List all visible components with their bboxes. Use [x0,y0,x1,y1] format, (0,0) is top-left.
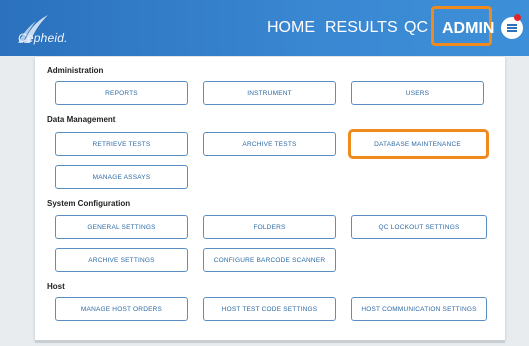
section-title-host: Host [47,282,65,291]
configure-barcode-scanner-button[interactable]: CONFIGURE BARCODE SCANNER [203,248,336,272]
folders-button[interactable]: FOLDERS [203,215,336,239]
host-communication-settings-button[interactable]: HOST COMMUNICATION SETTINGS [351,297,487,321]
section-title-data-management: Data Management [47,115,116,124]
instrument-button[interactable]: INSTRUMENT [203,81,336,105]
nav-home[interactable]: HOME [267,0,315,56]
reports-button[interactable]: REPORTS [55,81,188,105]
archive-tests-button[interactable]: ARCHIVE TESTS [203,132,336,156]
host-test-code-settings-button[interactable]: HOST TEST CODE SETTINGS [203,297,336,321]
nav-admin[interactable]: ADMIN [431,6,494,46]
logo-text: Cepheid. [18,31,68,45]
section-title-system-configuration: System Configuration [47,199,131,208]
manage-assays-button[interactable]: MANAGE ASSAYS [55,165,188,189]
nav-results[interactable]: RESULTS [325,0,398,56]
top-navigation-bar: Cepheid. HOME RESULTS QC ADMIN [0,0,529,56]
general-settings-button[interactable]: GENERAL SETTINGS [55,215,188,239]
panel-bottom-edge [35,340,505,343]
nav-qc[interactable]: QC [404,0,428,56]
section-title-administration: Administration [47,66,104,75]
qc-lockout-settings-button[interactable]: QC LOCKOUT SETTINGS [351,215,487,239]
notification-dot [514,14,521,21]
archive-settings-button[interactable]: ARCHIVE SETTINGS [55,248,188,272]
highlight-database-maintenance [348,129,489,159]
menu-icon[interactable] [501,17,523,39]
manage-host-orders-button[interactable]: MANAGE HOST ORDERS [55,297,188,321]
retrieve-tests-button[interactable]: RETRIEVE TESTS [55,132,188,156]
users-button[interactable]: USERS [351,81,484,105]
